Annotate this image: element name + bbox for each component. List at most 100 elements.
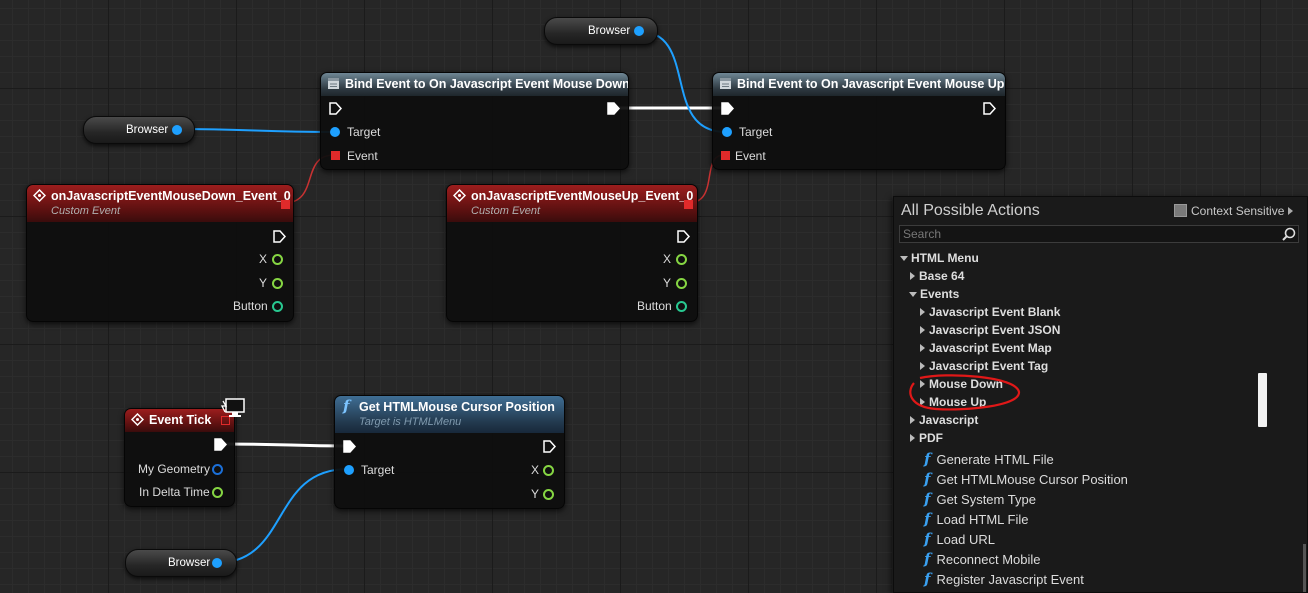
browser-variable-label: Browser (168, 557, 211, 569)
y-output-pin[interactable] (272, 278, 283, 289)
delegate-output-pin[interactable] (281, 200, 290, 209)
node-title: Event Tick (149, 413, 212, 427)
function-item[interactable]: f Load URL (924, 530, 995, 548)
x-output-pin[interactable] (543, 465, 554, 476)
function-icon: f (924, 450, 931, 468)
exec-in-pin[interactable] (721, 102, 734, 115)
function-item[interactable]: f Register Javascript Event (924, 570, 1084, 588)
browser-variable-label: Browser (588, 25, 631, 37)
function-item[interactable]: f Get HTMLMouse Cursor Position (924, 470, 1128, 488)
event-diamond-icon (33, 189, 46, 202)
tree-item-base64[interactable]: Base 64 (910, 269, 964, 283)
bind-event-mouse-up-node[interactable]: Bind Event to On Javascript Event Mouse … (712, 72, 1006, 170)
my-geometry-output-pin[interactable] (212, 464, 223, 475)
node-subtitle: Custom Event (471, 205, 541, 217)
function-item[interactable]: f Load HTML File (924, 510, 1028, 528)
target-label: Target (739, 125, 773, 139)
exec-out-pin[interactable] (543, 440, 556, 453)
object-wire-browser-3 (215, 468, 349, 564)
node-subtitle: Custom Event (51, 205, 121, 217)
search-input[interactable]: Search (899, 225, 1299, 243)
browser-output-pin[interactable] (634, 26, 644, 36)
expanded-arrow-icon (909, 292, 917, 297)
tree-item-js-event-json[interactable]: Javascript Event JSON (920, 323, 1060, 337)
y-output-pin[interactable] (676, 278, 687, 289)
node-title: Bind Event to On Javascript Event Mouse … (345, 77, 628, 91)
y-label: Y (531, 487, 540, 501)
browser-variable-node-1[interactable]: Browser (83, 116, 195, 144)
browser-output-pin[interactable] (172, 125, 182, 135)
delegate-output-pin[interactable] (684, 200, 693, 209)
function-icon: f (924, 530, 931, 548)
custom-event-mouse-down-node[interactable]: onJavascriptEventMouseDown_Event_0 Custo… (26, 184, 294, 322)
event-diamond-icon (131, 413, 144, 426)
exec-in-pin[interactable] (343, 440, 356, 453)
x-output-pin[interactable] (272, 254, 283, 265)
target-label: Target (347, 125, 381, 139)
object-wire-browser-1 (175, 128, 335, 133)
y-output-pin[interactable] (543, 489, 554, 500)
button-label: Button (637, 299, 672, 313)
target-input-pin[interactable] (330, 127, 340, 137)
context-sensitive-checkbox[interactable] (1174, 204, 1187, 217)
collapsed-arrow-icon (910, 434, 915, 442)
x-label: X (259, 252, 268, 266)
function-item[interactable]: f Get System Type (924, 490, 1036, 508)
event-delegate-pin[interactable] (331, 151, 340, 160)
node-subtitle: Target is HTMLMenu (359, 416, 462, 428)
function-icon: f (924, 490, 931, 508)
context-sensitive-label: Context Sensitive (1191, 204, 1285, 218)
my-geometry-label: My Geometry (138, 462, 211, 476)
chevron-right-icon[interactable] (1288, 207, 1294, 215)
button-output-pin[interactable] (676, 301, 687, 312)
search-placeholder: Search (903, 227, 942, 241)
tree-item-events[interactable]: Events (909, 287, 959, 301)
monitor-icon (220, 398, 245, 417)
function-item[interactable]: f Generate HTML File (924, 450, 1054, 468)
browser-variable-node-2[interactable]: Browser (544, 17, 658, 45)
scrollbar-track[interactable] (1303, 544, 1306, 592)
tree-item-html-menu[interactable]: HTML Menu (900, 251, 979, 265)
exec-out-pin[interactable] (677, 230, 690, 243)
in-delta-time-output-pin[interactable] (212, 487, 223, 498)
target-input-pin[interactable] (344, 465, 354, 475)
function-icon: f (343, 397, 350, 415)
exec-out-pin[interactable] (607, 102, 620, 115)
collapsed-arrow-icon (920, 344, 925, 352)
browser-variable-label: Browser (126, 124, 169, 136)
target-label: Target (361, 463, 395, 477)
node-title: Bind Event to On Javascript Event Mouse … (737, 77, 1005, 91)
bind-event-icon (720, 78, 731, 89)
node-title: onJavascriptEventMouseDown_Event_0 (51, 189, 291, 203)
exec-out-pin[interactable] (983, 102, 996, 115)
tree-item-javascript[interactable]: Javascript (910, 413, 978, 427)
tree-item-pdf[interactable]: PDF (910, 431, 943, 445)
target-input-pin[interactable] (722, 127, 732, 137)
collapsed-arrow-icon (910, 272, 915, 280)
exec-in-pin[interactable] (329, 102, 342, 115)
custom-event-mouse-up-node[interactable]: onJavascriptEventMouseUp_Event_0 Custom … (446, 184, 698, 322)
function-icon: f (924, 470, 931, 488)
collapsed-arrow-icon (920, 308, 925, 316)
x-label: X (663, 252, 672, 266)
in-delta-time-label: In Delta Time (139, 485, 210, 499)
exec-out-pin[interactable] (273, 230, 286, 243)
function-icon: f (924, 510, 931, 528)
x-output-pin[interactable] (676, 254, 687, 265)
browser-variable-node-3[interactable]: Browser (125, 549, 237, 577)
event-delegate-pin[interactable] (721, 151, 730, 160)
button-output-pin[interactable] (272, 301, 283, 312)
y-label: Y (259, 276, 268, 290)
bind-event-mouse-down-node[interactable]: Bind Event to On Javascript Event Mouse … (320, 72, 629, 170)
context-sensitive-toggle[interactable]: Context Sensitive (1174, 204, 1294, 218)
exec-out-pin[interactable] (214, 438, 227, 451)
get-cursor-position-node[interactable]: f Get HTMLMouse Cursor Position Target i… (334, 395, 565, 509)
scrollbar-thumb[interactable] (1258, 373, 1267, 427)
node-title: onJavascriptEventMouseUp_Event_0 (471, 189, 694, 203)
tree-item-js-event-tag[interactable]: Javascript Event Tag (920, 359, 1048, 373)
tree-item-js-event-map[interactable]: Javascript Event Map (920, 341, 1052, 355)
event-tick-node[interactable]: Event Tick My Geometry In Delta Time (124, 408, 235, 507)
function-item[interactable]: f Reconnect Mobile (924, 550, 1041, 568)
browser-output-pin[interactable] (212, 558, 222, 568)
tree-item-js-event-blank[interactable]: Javascript Event Blank (920, 305, 1060, 319)
